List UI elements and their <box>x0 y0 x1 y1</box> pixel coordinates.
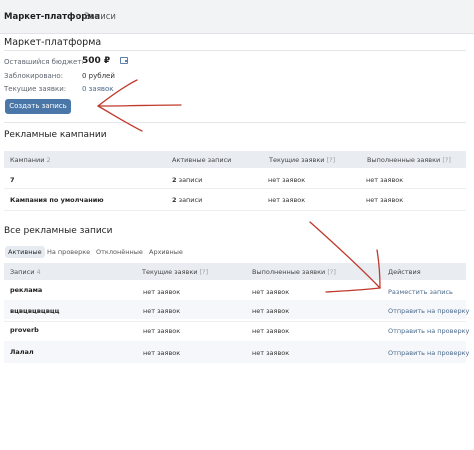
annotation-arrow-icon <box>309 221 381 293</box>
annotation-arrow-icon <box>97 79 182 132</box>
annotation-arrows <box>97 79 381 293</box>
